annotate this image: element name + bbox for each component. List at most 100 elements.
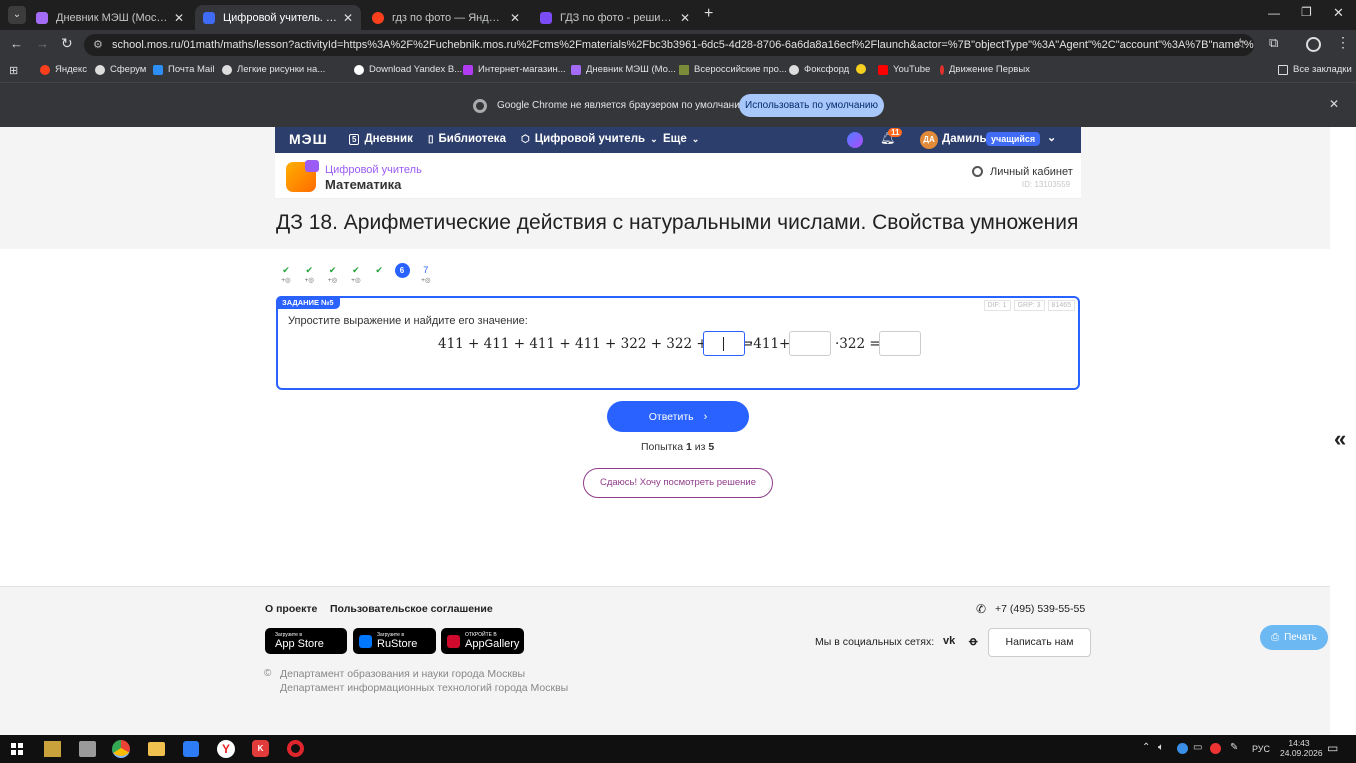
avatar[interactable]: ДА — [920, 131, 938, 149]
file-explorer-icon[interactable] — [148, 742, 165, 756]
bookmark-drawings[interactable]: Легкие рисунки на... — [222, 64, 325, 75]
notifications-icon[interactable]: ▭ — [1327, 741, 1338, 755]
personal-cabinet-link[interactable]: Личный кабинет — [990, 166, 1073, 178]
progress-step-3[interactable]: ✔ +◎ — [325, 264, 341, 286]
pen-icon[interactable]: ✎ — [1230, 742, 1238, 753]
bookmark-olympiad[interactable]: Всероссийские про... — [679, 64, 787, 75]
app-store-button[interactable]: Загрузите в App Store — [265, 628, 347, 654]
print-button[interactable]: ⎙ Печать — [1260, 625, 1328, 650]
user-id: ID: 13103559 — [1022, 180, 1071, 189]
bookmark-mail[interactable]: Почта Mail — [153, 64, 214, 75]
apps-grid-icon[interactable]: ⊞ — [9, 64, 18, 77]
bookmark-sferum[interactable]: Сферум — [95, 64, 146, 75]
close-infobar-icon[interactable]: ✕ — [1329, 97, 1339, 111]
yandex-browser-taskbar-icon[interactable]: Y — [217, 740, 235, 758]
chrome-taskbar-icon[interactable] — [112, 740, 130, 758]
about-link[interactable]: О проекте — [265, 603, 317, 615]
set-default-button[interactable]: Использовать по умолчанию — [739, 94, 884, 117]
nav-library[interactable]: ▯ Библиотека — [428, 133, 506, 145]
bookmark-pokemon[interactable] — [856, 64, 871, 74]
extensions-icon[interactable]: ⧉ — [1269, 35, 1278, 51]
nav-diary[interactable]: 5 Дневник — [349, 133, 413, 145]
answer-input-3[interactable] — [879, 331, 921, 356]
bookmark-shop[interactable]: Интернет-магазин... — [463, 64, 566, 75]
all-bookmarks[interactable]: Все закладки — [1278, 64, 1352, 75]
step-number: 7 — [423, 265, 429, 275]
agreement-link[interactable]: Пользовательское соглашение — [330, 603, 493, 615]
progress-step-4[interactable]: ✔ +◎ — [348, 264, 364, 286]
dept-it: Департамент информационных технологий го… — [280, 682, 569, 694]
answer-input-1[interactable] — [703, 331, 745, 356]
ok-icon[interactable]: ꝋ — [969, 634, 977, 648]
bookmark-youtube[interactable]: YouTube — [878, 64, 930, 75]
progress-step-1[interactable]: ✔ +◎ — [278, 264, 294, 286]
windows-start-icon[interactable] — [11, 743, 23, 755]
progress-step-5[interactable]: ✔ — [371, 264, 387, 276]
chevron-down-icon[interactable]: ⌄ — [1047, 131, 1056, 144]
nav-label: Библиотека — [438, 133, 506, 145]
tray-chevron-icon[interactable]: ⌃ — [1142, 742, 1150, 753]
close-tab-icon[interactable]: ✕ — [510, 11, 520, 25]
opera-icon[interactable] — [287, 740, 304, 757]
new-tab-icon[interactable]: + — [704, 5, 713, 23]
yandex-tray-icon[interactable] — [1210, 743, 1221, 754]
bookmark-mesh-diary[interactable]: Дневник МЭШ (Мо... — [571, 64, 676, 75]
clock[interactable]: 14:43 24.09.2026 — [1280, 738, 1323, 758]
bookmark-yandex[interactable]: Яндекс — [40, 64, 87, 75]
app-icon[interactable] — [79, 741, 96, 757]
minecraft-icon[interactable] — [44, 741, 61, 757]
progress-step-7[interactable]: 7 +◎ — [418, 264, 434, 286]
restore-icon[interactable]: ❐ — [1301, 5, 1312, 19]
forward-icon[interactable]: → — [36, 36, 49, 51]
address-toolbar: ← → ↻ ⚙ school.mos.ru/01math/maths/lesso… — [0, 30, 1356, 60]
close-window-icon[interactable]: ✕ — [1333, 5, 1344, 21]
store-taskbar-icon[interactable] — [183, 741, 199, 757]
digital-teacher-logo-icon[interactable] — [286, 160, 319, 192]
footer: О проекте Пользовательское соглашение ✆ … — [0, 586, 1330, 736]
chevron-right-icon: › — [703, 410, 708, 423]
close-tab-icon[interactable]: ✕ — [680, 11, 690, 25]
tray-app-icon[interactable] — [1177, 743, 1188, 754]
progress-step-6[interactable]: 6 — [394, 263, 411, 278]
bookmark-foxford[interactable]: Фоксфорд — [789, 64, 849, 75]
profile-icon[interactable] — [1306, 37, 1321, 52]
phone-number[interactable]: +7 (495) 539-55-55 — [995, 603, 1085, 615]
language-indicator[interactable]: РУС — [1252, 744, 1270, 754]
user-name[interactable]: Дамиль — [942, 133, 987, 145]
tab-yandex-search[interactable]: гдз по фото — Яндекс: нашло ✕ — [364, 5, 528, 30]
sferum-icon — [95, 64, 105, 75]
kaspersky-icon[interactable]: K — [252, 740, 269, 757]
rustore-button[interactable]: Загрузите в RuStore — [353, 628, 436, 654]
speaker-icon[interactable]: 🔈︎ — [1158, 742, 1164, 753]
bookmark-yandex-browser[interactable]: Download Yandex B... — [354, 64, 462, 75]
progress-step-2[interactable]: ✔ +◎ — [301, 264, 317, 286]
answer-button[interactable]: Ответить › — [607, 401, 749, 432]
bookmark-star-icon[interactable]: ☆ — [1234, 35, 1247, 52]
assistant-icon[interactable] — [847, 132, 863, 148]
back-icon[interactable]: ← — [10, 36, 23, 51]
appgallery-button[interactable]: ОТКРОЙТЕ В AppGallery — [441, 628, 524, 654]
give-up-button[interactable]: Сдаюсь! Хочу посмотреть решение — [583, 468, 773, 498]
bookmark-dvizhenie[interactable]: Движение Первых — [940, 64, 1030, 75]
nav-more[interactable]: Еще ⌄ — [663, 133, 699, 145]
url-bar[interactable]: ⚙ school.mos.ru/01math/maths/lesson?acti… — [84, 34, 1254, 56]
nav-digital-teacher[interactable]: ⬡ Цифровой учитель ⌄ — [521, 133, 658, 145]
reload-icon[interactable]: ↻ — [61, 35, 73, 52]
menu-kebab-icon[interactable]: ⋮ — [1336, 34, 1350, 51]
tab-diary[interactable]: Дневник МЭШ (Московская э ✕ — [28, 5, 192, 30]
tab-gdz-photo[interactable]: ГДЗ по фото - решим задачу п ✕ — [532, 5, 698, 30]
site-info-icon[interactable]: ⚙ — [93, 34, 103, 56]
write-us-button[interactable]: Написать нам — [988, 628, 1091, 657]
close-tab-icon[interactable]: ✕ — [174, 11, 184, 25]
display-icon[interactable]: ▭ — [1193, 742, 1202, 753]
answer-input-2[interactable] — [789, 331, 831, 356]
collapse-panel-icon[interactable]: « — [1334, 426, 1346, 452]
vk-icon[interactable]: vk — [943, 635, 955, 647]
huawei-icon — [447, 634, 460, 648]
tab-search-icon[interactable]: ⌄ — [8, 6, 26, 24]
tab-digital-teacher[interactable]: Цифровой учитель. Математи ✕ — [195, 5, 361, 30]
text-cursor — [723, 337, 724, 351]
close-tab-icon[interactable]: ✕ — [343, 11, 353, 25]
minimize-icon[interactable]: — — [1268, 6, 1280, 20]
mesh-logo[interactable]: МЭШ — [289, 131, 328, 147]
